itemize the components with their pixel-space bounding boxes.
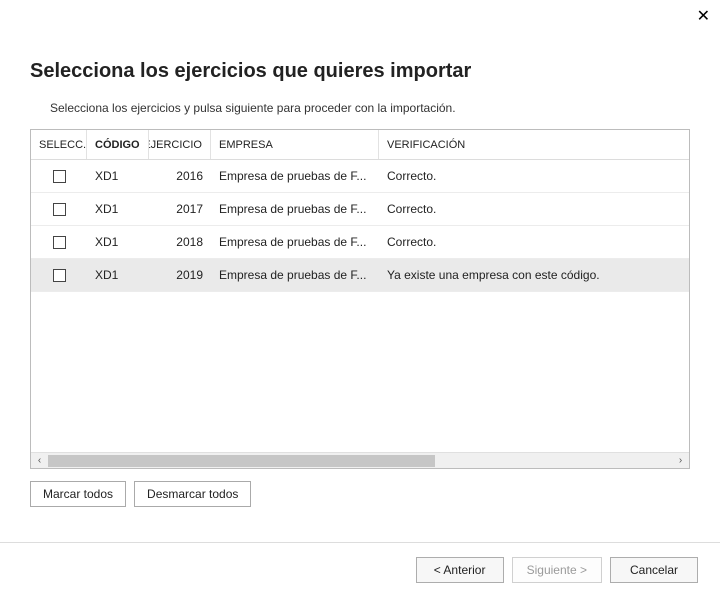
next-button: Siguiente >	[512, 557, 602, 583]
scroll-right-icon[interactable]: ›	[672, 453, 689, 469]
cell-verificacion: Correcto.	[379, 169, 689, 183]
cell-empresa: Empresa de pruebas de F...	[211, 202, 379, 216]
table-row[interactable]: XD1 2016 Empresa de pruebas de F... Corr…	[31, 160, 689, 193]
col-verificacion[interactable]: VERIFICACIÓN	[379, 130, 689, 159]
row-checkbox[interactable]	[53, 269, 66, 282]
scroll-left-icon[interactable]: ‹	[31, 453, 48, 469]
row-checkbox[interactable]	[53, 236, 66, 249]
table-row[interactable]: XD1 2019 Empresa de pruebas de F... Ya e…	[31, 259, 689, 292]
cell-empresa: Empresa de pruebas de F...	[211, 235, 379, 249]
page-subtitle: Selecciona los ejercicios y pulsa siguie…	[50, 101, 690, 115]
cell-codigo: XD1	[87, 169, 149, 183]
scroll-thumb[interactable]	[48, 455, 435, 467]
col-seleccionar[interactable]: SELECC...	[31, 130, 87, 159]
table-body: XD1 2016 Empresa de pruebas de F... Corr…	[31, 160, 689, 292]
scroll-track[interactable]	[48, 453, 672, 469]
cell-empresa: Empresa de pruebas de F...	[211, 268, 379, 282]
table-row[interactable]: XD1 2017 Empresa de pruebas de F... Corr…	[31, 193, 689, 226]
cell-ejercicio: 2019	[149, 268, 211, 282]
cell-verificacion: Ya existe una empresa con este código.	[379, 268, 689, 282]
cell-ejercicio: 2016	[149, 169, 211, 183]
previous-button[interactable]: < Anterior	[416, 557, 504, 583]
cancel-button[interactable]: Cancelar	[610, 557, 698, 583]
cell-verificacion: Correcto.	[379, 202, 689, 216]
dialog-content: Selecciona los ejercicios que quieres im…	[30, 60, 690, 507]
exercises-table: SELECC... CÓDIGO EJERCICIO EMPRESA VERIF…	[30, 129, 690, 469]
row-checkbox[interactable]	[53, 170, 66, 183]
cell-codigo: XD1	[87, 202, 149, 216]
cell-ejercicio: 2018	[149, 235, 211, 249]
page-title: Selecciona los ejercicios que quieres im…	[30, 60, 690, 83]
close-icon[interactable]: ✕	[697, 8, 710, 25]
table-row[interactable]: XD1 2018 Empresa de pruebas de F... Corr…	[31, 226, 689, 259]
mark-all-button[interactable]: Marcar todos	[30, 481, 126, 507]
dialog-footer: < Anterior Siguiente > Cancelar	[0, 542, 720, 596]
unmark-all-button[interactable]: Desmarcar todos	[134, 481, 251, 507]
col-ejercicio[interactable]: EJERCICIO	[149, 130, 211, 159]
selection-buttons: Marcar todos Desmarcar todos	[30, 481, 690, 507]
col-codigo[interactable]: CÓDIGO	[87, 130, 149, 159]
col-empresa[interactable]: EMPRESA	[211, 130, 379, 159]
cell-empresa: Empresa de pruebas de F...	[211, 169, 379, 183]
horizontal-scrollbar[interactable]: ‹ ›	[31, 452, 689, 468]
cell-ejercicio: 2017	[149, 202, 211, 216]
cell-codigo: XD1	[87, 235, 149, 249]
table-header: SELECC... CÓDIGO EJERCICIO EMPRESA VERIF…	[31, 130, 689, 160]
row-checkbox[interactable]	[53, 203, 66, 216]
cell-verificacion: Correcto.	[379, 235, 689, 249]
cell-codigo: XD1	[87, 268, 149, 282]
